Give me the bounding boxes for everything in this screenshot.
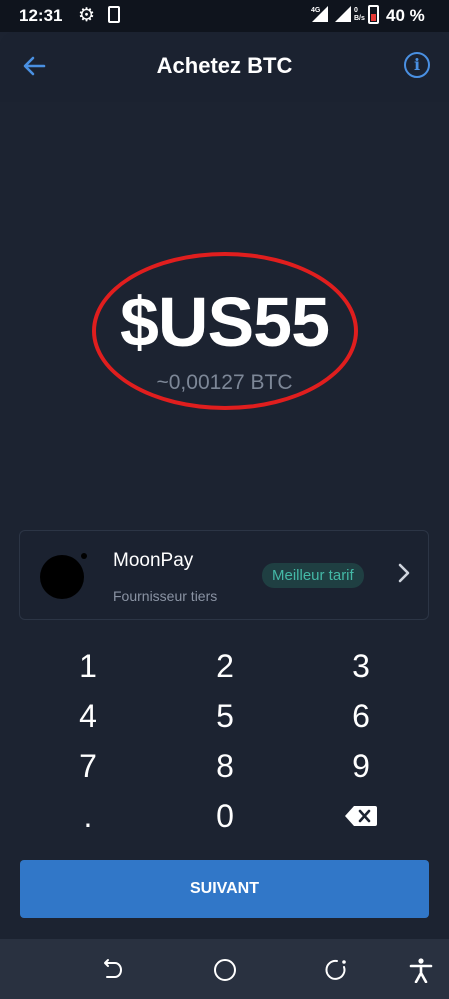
- chevron-right-icon: [396, 561, 412, 592]
- key-2[interactable]: 2: [165, 642, 285, 690]
- key-5[interactable]: 5: [165, 692, 285, 740]
- header: Achetez BTC i: [0, 32, 449, 102]
- back-nav-icon[interactable]: [99, 957, 125, 983]
- info-icon: i: [413, 55, 421, 74]
- page-title: Achetez BTC: [156, 53, 293, 78]
- battery-icon: [368, 5, 379, 24]
- provider-card[interactable]: MoonPay Fournisseur tiers Meilleur tarif: [19, 530, 429, 620]
- home-nav-icon[interactable]: [212, 957, 238, 983]
- amount-value: $US55: [119, 283, 330, 361]
- backspace-button[interactable]: [344, 804, 378, 828]
- phone-icon: [108, 6, 120, 23]
- data-rate-label: 0 B/s: [354, 7, 365, 22]
- backspace-icon: [345, 806, 377, 826]
- best-rate-badge: Meilleur tarif: [262, 563, 364, 588]
- provider-name: MoonPay: [113, 550, 194, 571]
- accessibility-icon[interactable]: [408, 957, 434, 984]
- provider-subtitle: Fournisseur tiers: [113, 588, 218, 604]
- key-4[interactable]: 4: [28, 692, 148, 740]
- signal-icon-2: [335, 6, 351, 22]
- key-3[interactable]: 3: [301, 642, 421, 690]
- system-nav-bar: [0, 939, 449, 999]
- key-6[interactable]: 6: [301, 692, 421, 740]
- recents-nav-icon[interactable]: [324, 957, 350, 983]
- key-7[interactable]: 7: [28, 742, 148, 790]
- moonpay-logo-dot: [81, 553, 87, 559]
- moonpay-logo-icon: [40, 555, 84, 599]
- status-bar: 12:31 ⚙ 4G 0 B/s 40 %: [0, 0, 449, 32]
- key-0[interactable]: 0: [165, 792, 285, 840]
- key-9[interactable]: 9: [301, 742, 421, 790]
- status-time: 12:31: [19, 6, 63, 25]
- settings-gear-icon: ⚙: [78, 5, 96, 26]
- info-button[interactable]: i: [404, 52, 430, 78]
- key-decimal[interactable]: .: [28, 792, 148, 840]
- key-1[interactable]: 1: [28, 642, 148, 690]
- signal-icon: [312, 6, 328, 22]
- next-button[interactable]: SUIVANT: [20, 860, 429, 918]
- btc-estimate: ~0,00127 BTC: [156, 371, 293, 394]
- key-8[interactable]: 8: [165, 742, 285, 790]
- battery-percent: 40 %: [386, 6, 425, 25]
